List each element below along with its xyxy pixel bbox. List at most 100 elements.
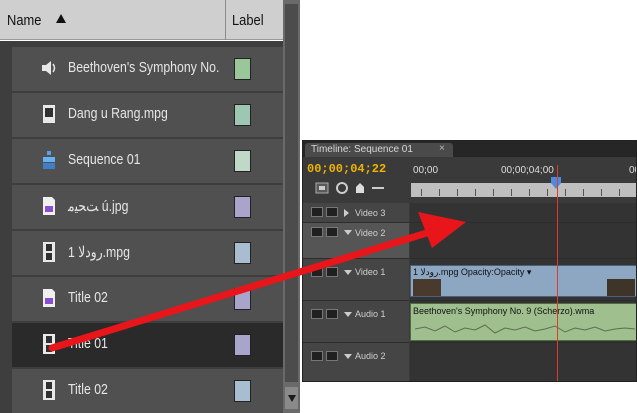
track-name: Video 2 [355, 228, 386, 238]
ruler-tick [439, 189, 440, 196]
speaker-icon[interactable] [311, 309, 323, 319]
project-item-name: ﺭﻭﺩﻻ 1.mpg [68, 244, 130, 261]
name-column-header[interactable]: Name [7, 12, 41, 29]
project-item[interactable]: ﺭﻭﺩﻻ 1.mpg [12, 231, 283, 275]
clip-thumbnail [607, 279, 635, 296]
current-timecode[interactable]: 00;00;04;22 [307, 162, 386, 176]
audio-waveform [415, 324, 635, 334]
project-item[interactable]: ﺖﺤﻴﻣ ú.jpg [12, 185, 283, 229]
ruler-tick [619, 189, 620, 196]
ruler-tick [583, 189, 584, 196]
project-item[interactable]: Title 02 [12, 369, 283, 413]
sync-lock-icon[interactable] [335, 181, 349, 195]
marker-icon[interactable] [353, 181, 367, 195]
track-header-video-2[interactable]: Video 2 [303, 223, 409, 259]
track-header-audio-2[interactable]: Audio 2 [303, 343, 409, 381]
image-file-icon [43, 197, 55, 215]
eye-icon[interactable] [311, 267, 323, 277]
ruler-tick [601, 189, 602, 196]
collapse-arrow-icon[interactable] [344, 230, 352, 235]
speaker-icon[interactable] [311, 351, 323, 361]
label-color-swatch[interactable] [234, 334, 251, 356]
lock-icon[interactable] [326, 207, 338, 217]
playhead-handle-icon[interactable] [551, 177, 561, 189]
label-color-swatch[interactable] [234, 380, 251, 402]
label-color-swatch[interactable] [234, 242, 251, 264]
scroll-down-button[interactable] [285, 387, 298, 409]
collapse-arrow-icon[interactable] [344, 312, 352, 317]
track-content-video-2[interactable] [410, 223, 636, 259]
timeline-panel: Timeline: Sequence 01 × 00;00;04;22 00;0… [302, 140, 637, 382]
track-content-audio-2[interactable] [410, 343, 636, 381]
project-item-name: Beethoven's Symphony No. [68, 59, 220, 76]
audio-clip[interactable]: Beethoven's Symphony No. 9 (Scherzo).wma [410, 303, 636, 341]
timeline-tools [315, 181, 410, 197]
lock-icon[interactable] [326, 267, 338, 277]
ruler-tick [493, 189, 494, 196]
project-item-name: Title 01 [68, 335, 108, 352]
track-content-video-3[interactable] [410, 203, 636, 223]
work-area-bar[interactable] [411, 183, 636, 197]
ruler-label: 00;00 [413, 165, 439, 176]
collapse-arrow-icon[interactable] [344, 270, 352, 275]
snap-icon[interactable] [315, 181, 329, 195]
project-item[interactable]: Dang u Rang.mpg [12, 93, 283, 137]
timeline-tab-bar: Timeline: Sequence 01 × [303, 141, 636, 157]
label-color-swatch[interactable] [234, 288, 251, 310]
ruler-tick [565, 189, 566, 196]
eye-icon[interactable] [311, 227, 323, 237]
time-ruler[interactable]: 00;00 00;00;04;00 00 [411, 161, 636, 201]
sort-ascending-icon[interactable] [56, 14, 66, 23]
track-header-audio-1[interactable]: Audio 1 [303, 301, 409, 343]
lock-icon[interactable] [326, 351, 338, 361]
close-icon[interactable]: × [439, 143, 445, 154]
project-item[interactable]: Beethoven's Symphony No. [12, 47, 283, 91]
project-item-name: ﺖﺤﻴﻣ ú.jpg [68, 198, 129, 215]
project-item[interactable]: Sequence 01 [12, 139, 283, 183]
track-header-video-3[interactable]: Video 3 [303, 203, 409, 223]
project-scrollbar[interactable] [283, 0, 300, 413]
scrollbar-track[interactable] [285, 4, 298, 382]
tab-timeline-sequence[interactable]: Timeline: Sequence 01 × [305, 143, 453, 157]
tab-title: Timeline: Sequence 01 [311, 144, 413, 155]
ruler-tick [529, 189, 530, 196]
track-header-video-1[interactable]: Video 1 [303, 259, 409, 301]
zoom-slider-icon[interactable] [371, 181, 385, 195]
track-name: Audio 2 [355, 351, 386, 361]
track-name: Audio 1 [355, 309, 386, 319]
film-icon [43, 242, 55, 262]
track-content-video-1[interactable]: ﺭﻭﺩﻻ 1.mpg Opacity:Opacity ▾ [410, 259, 636, 301]
collapse-arrow-icon[interactable] [344, 354, 352, 359]
project-item-name: Sequence 01 [68, 151, 141, 168]
label-color-swatch[interactable] [234, 150, 251, 172]
film-icon [43, 334, 55, 354]
playhead-line[interactable] [557, 165, 558, 381]
project-panel: Name Label Beethoven's Symphony No. Dang… [0, 0, 300, 413]
project-item-name: Title 02 [68, 289, 108, 306]
ruler-tick [511, 189, 512, 196]
lock-icon[interactable] [326, 309, 338, 319]
timeline-header: 00;00;04;22 00;00 00;00;04;00 00 [303, 157, 636, 203]
expand-arrow-icon[interactable] [344, 209, 349, 217]
project-item-name: Dang u Rang.mpg [68, 105, 168, 122]
clip-label: ﺭﻭﺩﻻ 1.mpg Opacity:Opacity ▾ [413, 267, 532, 277]
label-color-swatch[interactable] [234, 58, 251, 80]
column-divider[interactable] [225, 0, 226, 40]
track-area: Video 3 Video 2 Video 1 ﺭﻭﺩﻻ 1.mpg Opaci… [303, 203, 636, 381]
project-item-selected[interactable]: Title 01 [12, 323, 283, 367]
video-file-icon [43, 105, 55, 123]
sequence-icon [43, 151, 55, 169]
track-name: Video 1 [355, 267, 386, 277]
eye-icon[interactable] [311, 207, 323, 217]
ruler-label: 00;00;04;00 [501, 165, 554, 176]
label-color-swatch[interactable] [234, 104, 251, 126]
label-column-header[interactable]: Label [232, 12, 264, 29]
label-color-swatch[interactable] [234, 196, 251, 218]
project-item[interactable]: Title 02 [12, 277, 283, 321]
lock-icon[interactable] [326, 227, 338, 237]
arrow-down-icon [288, 395, 296, 402]
track-content-audio-1[interactable]: Beethoven's Symphony No. 9 (Scherzo).wma [410, 301, 636, 343]
video-clip[interactable]: ﺭﻭﺩﻻ 1.mpg Opacity:Opacity ▾ [410, 265, 636, 297]
project-list-header: Name Label [0, 0, 283, 40]
ruler-tick [475, 189, 476, 196]
